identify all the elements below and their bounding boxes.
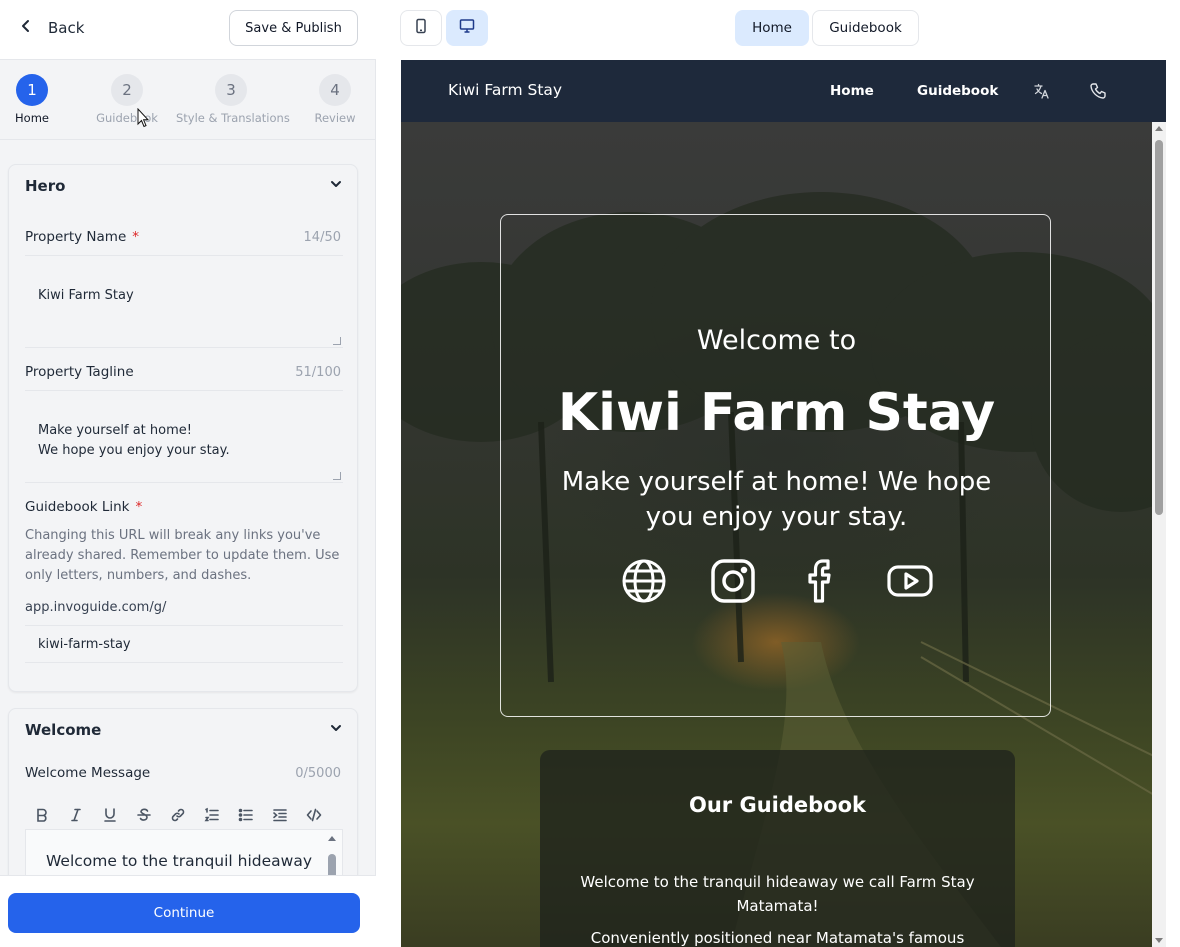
welcome-editor-text: Welcome to the tranquil hideaway: [46, 852, 313, 870]
guidebook-slug-input[interactable]: kiwi-farm-stay: [25, 625, 343, 663]
mobile-view-button[interactable]: [400, 10, 442, 46]
step-review[interactable]: 4 Review: [280, 74, 390, 125]
guidebook-link-prefix: app.invoguide.com/g/: [25, 600, 167, 615]
rich-text-toolbar: [25, 801, 343, 829]
youtube-icon[interactable]: [886, 557, 934, 605]
hero-card: Hero Property Name * 14/50 Kiwi Farm Stay…: [8, 164, 358, 692]
hero-card-header[interactable]: Hero: [25, 177, 343, 195]
welcome-card-title: Welcome: [25, 721, 102, 739]
property-name-value: Kiwi Farm Stay: [38, 288, 134, 303]
property-tagline-label: Property Tagline: [25, 364, 134, 380]
guidebook-title: Our Guidebook: [689, 793, 866, 817]
editor-panel: Back Save & Publish 1 Home 2 Guidebook 3…: [0, 0, 376, 947]
chevron-down-icon: [329, 177, 343, 195]
property-name-textarea[interactable]: Kiwi Farm Stay: [25, 255, 343, 348]
property-name-count: 14/50: [303, 230, 341, 245]
ordered-list-icon[interactable]: [195, 801, 229, 829]
scroll-down-icon[interactable]: [1155, 938, 1163, 943]
globe-icon[interactable]: [620, 557, 668, 605]
step-number: 1: [16, 74, 48, 106]
mobile-icon: [413, 18, 429, 38]
property-tagline-value: Make yourself at home! We hope you enjoy…: [38, 423, 230, 458]
guidebook-paragraph: Welcome to the tranquil hideaway we call…: [580, 873, 975, 915]
preview-panel: Home Guidebook Kiwi Farm Stay Home Guide…: [377, 0, 1180, 947]
resize-handle-icon[interactable]: [333, 337, 341, 345]
hero-title: Kiwi Farm Stay: [557, 383, 996, 443]
social-links: [620, 557, 936, 607]
tab-guidebook[interactable]: Guidebook: [812, 10, 919, 46]
step-label: Guidebook: [96, 111, 158, 125]
italic-icon[interactable]: [59, 801, 93, 829]
scrollbar-thumb[interactable]: [328, 854, 336, 875]
guidebook-card: Our Guidebook Welcome to the tranquil hi…: [540, 750, 1015, 947]
facebook-icon[interactable]: [798, 557, 846, 605]
site-hero: Welcome to Kiwi Farm Stay Make yourself …: [401, 122, 1166, 947]
site-brand[interactable]: Kiwi Farm Stay: [448, 81, 562, 99]
step-style-translations[interactable]: 3 Style & Translations: [176, 74, 290, 125]
editor-footer: Continue: [0, 875, 376, 947]
guidebook-link-hint: Changing this URL will break any links y…: [25, 528, 340, 583]
bold-icon[interactable]: [25, 801, 59, 829]
wizard-stepper: 1 Home 2 Guidebook 3 Style & Translation…: [0, 60, 376, 140]
guidebook-link-label: Guidebook Link *: [25, 499, 142, 515]
editor-scrollbar[interactable]: [328, 836, 336, 875]
property-tagline-textarea[interactable]: Make yourself at home! We hope you enjoy…: [25, 390, 343, 483]
property-tagline-count: 51/100: [295, 365, 341, 380]
required-mark: *: [132, 229, 139, 245]
mouse-cursor-icon: [137, 108, 149, 128]
instagram-icon[interactable]: [709, 557, 757, 605]
step-label: Style & Translations: [176, 111, 290, 125]
preview-toolbar: Home Guidebook: [377, 0, 1180, 60]
welcome-message-editor[interactable]: Welcome to the tranquil hideaway: [25, 829, 343, 875]
scroll-up-icon[interactable]: [328, 836, 336, 841]
chevron-left-icon: [18, 18, 34, 38]
site-preview-frame: Kiwi Farm Stay Home Guidebook Welcome to…: [401, 60, 1166, 947]
scrollbar-thumb[interactable]: [1155, 140, 1163, 515]
property-name-label-text: Property Name: [25, 229, 127, 245]
guidebook-paragraph: Conveniently positioned near Matamata's …: [590, 929, 965, 947]
link-icon[interactable]: [161, 801, 195, 829]
hero-card-title: Hero: [25, 177, 66, 195]
property-name-label: Property Name *: [25, 229, 139, 245]
site-nav-guidebook[interactable]: Guidebook: [917, 83, 998, 99]
step-number: 3: [215, 74, 247, 106]
back-button[interactable]: Back: [18, 16, 84, 40]
required-mark: *: [135, 499, 143, 515]
site-nav-home[interactable]: Home: [830, 83, 874, 99]
hero-welcome-text: Welcome to: [696, 325, 857, 356]
hero-frame: Welcome to Kiwi Farm Stay Make yourself …: [500, 214, 1051, 717]
preview-scrollbar[interactable]: [1152, 122, 1166, 947]
save-publish-button[interactable]: Save & Publish: [229, 10, 358, 46]
site-navbar: Kiwi Farm Stay Home Guidebook: [401, 60, 1166, 122]
phone-icon[interactable]: [1089, 82, 1107, 100]
scroll-up-icon[interactable]: [1155, 126, 1163, 131]
strikethrough-icon[interactable]: [127, 801, 161, 829]
desktop-icon: [459, 18, 475, 38]
continue-button[interactable]: Continue: [8, 893, 360, 933]
step-number: 2: [111, 74, 143, 106]
chevron-down-icon: [329, 721, 343, 739]
step-label: Review: [314, 111, 356, 125]
indent-icon[interactable]: [263, 801, 297, 829]
desktop-view-button[interactable]: [446, 10, 488, 46]
editor-scroll-area[interactable]: Hero Property Name * 14/50 Kiwi Farm Stay…: [0, 141, 376, 875]
guidebook-link-label-text: Guidebook Link: [25, 499, 130, 515]
welcome-message-label: Welcome Message: [25, 765, 151, 781]
underline-icon[interactable]: [93, 801, 127, 829]
translate-icon[interactable]: [1033, 82, 1051, 100]
step-number: 4: [319, 74, 351, 106]
welcome-card-header[interactable]: Welcome: [25, 721, 343, 739]
welcome-card: Welcome Welcome Message 0/5000 Welcome t: [8, 708, 358, 875]
code-icon[interactable]: [297, 801, 331, 829]
back-label: Back: [48, 19, 85, 37]
welcome-message-count: 0/5000: [295, 766, 341, 781]
bullet-list-icon[interactable]: [229, 801, 263, 829]
editor-topbar: Back Save & Publish: [0, 0, 376, 60]
resize-handle-icon[interactable]: [333, 472, 341, 480]
step-guidebook[interactable]: 2 Guidebook: [72, 74, 182, 125]
hero-tagline: Make yourself at home! We hope you enjoy…: [561, 467, 992, 532]
guidebook-slug-value: kiwi-farm-stay: [38, 636, 131, 652]
tab-home[interactable]: Home: [735, 10, 809, 46]
